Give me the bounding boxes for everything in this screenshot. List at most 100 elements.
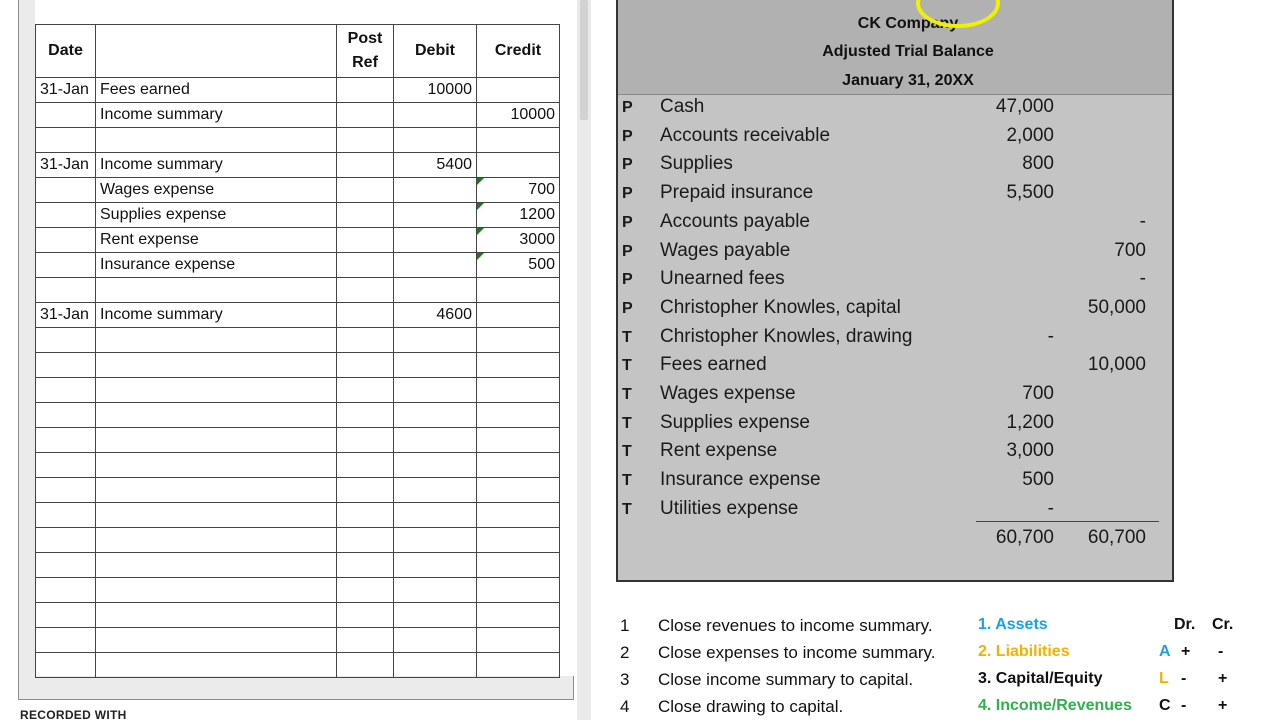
journal-date-cell[interactable] (35, 277, 96, 303)
journal-account-cell[interactable] (95, 527, 337, 553)
journal-credit-cell[interactable] (476, 127, 560, 153)
journal-credit-cell[interactable] (476, 77, 560, 103)
journal-post-ref-cell[interactable] (336, 127, 394, 153)
journal-date-cell[interactable]: 31-Jan (35, 152, 96, 178)
journal-account-cell[interactable] (95, 652, 337, 678)
journal-date-cell[interactable] (35, 502, 96, 528)
journal-debit-cell[interactable] (393, 102, 477, 128)
journal-date-cell[interactable] (35, 127, 96, 153)
journal-date-cell[interactable] (35, 327, 96, 353)
journal-account-cell[interactable]: Wages expense (95, 177, 337, 203)
journal-post-ref-cell[interactable] (336, 527, 394, 553)
journal-date-cell[interactable] (35, 552, 96, 578)
journal-credit-cell[interactable] (476, 452, 560, 478)
journal-debit-cell[interactable] (393, 352, 477, 378)
journal-credit-cell[interactable] (476, 377, 560, 403)
journal-post-ref-cell[interactable] (336, 252, 394, 278)
journal-date-cell[interactable] (35, 452, 96, 478)
journal-date-cell[interactable] (35, 377, 96, 403)
journal-debit-cell[interactable] (393, 402, 477, 428)
journal-post-ref-cell[interactable] (336, 577, 394, 603)
journal-post-ref-cell[interactable] (336, 77, 394, 103)
journal-credit-cell[interactable]: 10000 (476, 102, 560, 128)
journal-debit-cell[interactable] (393, 627, 477, 653)
journal-account-cell[interactable] (95, 452, 337, 478)
journal-credit-cell[interactable]: 500 (476, 252, 560, 278)
journal-post-ref-cell[interactable] (336, 227, 394, 253)
journal-debit-cell[interactable] (393, 577, 477, 603)
journal-date-cell[interactable] (35, 427, 96, 453)
journal-debit-cell[interactable] (393, 527, 477, 553)
journal-post-ref-cell[interactable] (336, 152, 394, 178)
journal-account-cell[interactable]: Rent expense (95, 227, 337, 253)
journal-debit-cell[interactable] (393, 252, 477, 278)
journal-account-cell[interactable] (95, 127, 337, 153)
journal-debit-cell[interactable] (393, 227, 477, 253)
journal-credit-cell[interactable] (476, 352, 560, 378)
journal-credit-cell[interactable] (476, 327, 560, 353)
journal-date-cell[interactable] (35, 602, 96, 628)
journal-account-cell[interactable]: Income summary (95, 152, 337, 178)
journal-post-ref-cell[interactable] (336, 602, 394, 628)
journal-debit-cell[interactable] (393, 177, 477, 203)
journal-post-ref-cell[interactable] (336, 652, 394, 678)
journal-account-cell[interactable]: Insurance expense (95, 252, 337, 278)
journal-post-ref-cell[interactable] (336, 327, 394, 353)
journal-debit-cell[interactable] (393, 427, 477, 453)
journal-date-cell[interactable] (35, 627, 96, 653)
journal-date-cell[interactable] (35, 652, 96, 678)
journal-credit-cell[interactable] (476, 602, 560, 628)
journal-credit-cell[interactable] (476, 552, 560, 578)
journal-debit-cell[interactable] (393, 277, 477, 303)
journal-date-cell[interactable] (35, 402, 96, 428)
journal-credit-cell[interactable] (476, 477, 560, 503)
journal-credit-cell[interactable] (476, 652, 560, 678)
journal-date-cell[interactable] (35, 177, 96, 203)
journal-credit-cell[interactable]: 700 (476, 177, 560, 203)
journal-credit-cell[interactable] (476, 502, 560, 528)
journal-account-cell[interactable] (95, 602, 337, 628)
journal-post-ref-cell[interactable] (336, 102, 394, 128)
journal-debit-cell[interactable]: 5400 (393, 152, 477, 178)
journal-account-cell[interactable] (95, 577, 337, 603)
journal-credit-cell[interactable]: 1200 (476, 202, 560, 228)
journal-post-ref-cell[interactable] (336, 202, 394, 228)
journal-date-cell[interactable] (35, 527, 96, 553)
journal-account-cell[interactable]: Income summary (95, 102, 337, 128)
journal-account-cell[interactable] (95, 352, 337, 378)
journal-date-cell[interactable] (35, 102, 96, 128)
journal-account-cell[interactable]: Supplies expense (95, 202, 337, 228)
journal-credit-cell[interactable]: 3000 (476, 227, 560, 253)
journal-debit-cell[interactable]: 10000 (393, 77, 477, 103)
journal-account-cell[interactable] (95, 277, 337, 303)
journal-debit-cell[interactable] (393, 127, 477, 153)
journal-credit-cell[interactable] (476, 577, 560, 603)
journal-post-ref-cell[interactable] (336, 502, 394, 528)
journal-post-ref-cell[interactable] (336, 402, 394, 428)
journal-debit-cell[interactable] (393, 202, 477, 228)
journal-date-cell[interactable] (35, 202, 96, 228)
journal-post-ref-cell[interactable] (336, 427, 394, 453)
journal-post-ref-cell[interactable] (336, 552, 394, 578)
journal-debit-cell[interactable] (393, 377, 477, 403)
journal-debit-cell[interactable] (393, 652, 477, 678)
journal-credit-cell[interactable] (476, 527, 560, 553)
journal-post-ref-cell[interactable] (336, 627, 394, 653)
journal-credit-cell[interactable] (476, 427, 560, 453)
journal-account-cell[interactable]: Income summary (95, 302, 337, 328)
journal-debit-cell[interactable] (393, 502, 477, 528)
journal-debit-cell[interactable] (393, 602, 477, 628)
journal-account-cell[interactable] (95, 377, 337, 403)
journal-date-cell[interactable]: 31-Jan (35, 302, 96, 328)
journal-account-cell[interactable] (95, 477, 337, 503)
journal-account-cell[interactable] (95, 502, 337, 528)
journal-post-ref-cell[interactable] (336, 377, 394, 403)
journal-date-cell[interactable] (35, 352, 96, 378)
journal-post-ref-cell[interactable] (336, 352, 394, 378)
journal-credit-cell[interactable] (476, 302, 560, 328)
scrollbar-thumb[interactable] (580, 0, 588, 120)
journal-debit-cell[interactable] (393, 552, 477, 578)
journal-date-cell[interactable] (35, 577, 96, 603)
journal-credit-cell[interactable] (476, 627, 560, 653)
journal-post-ref-cell[interactable] (336, 452, 394, 478)
